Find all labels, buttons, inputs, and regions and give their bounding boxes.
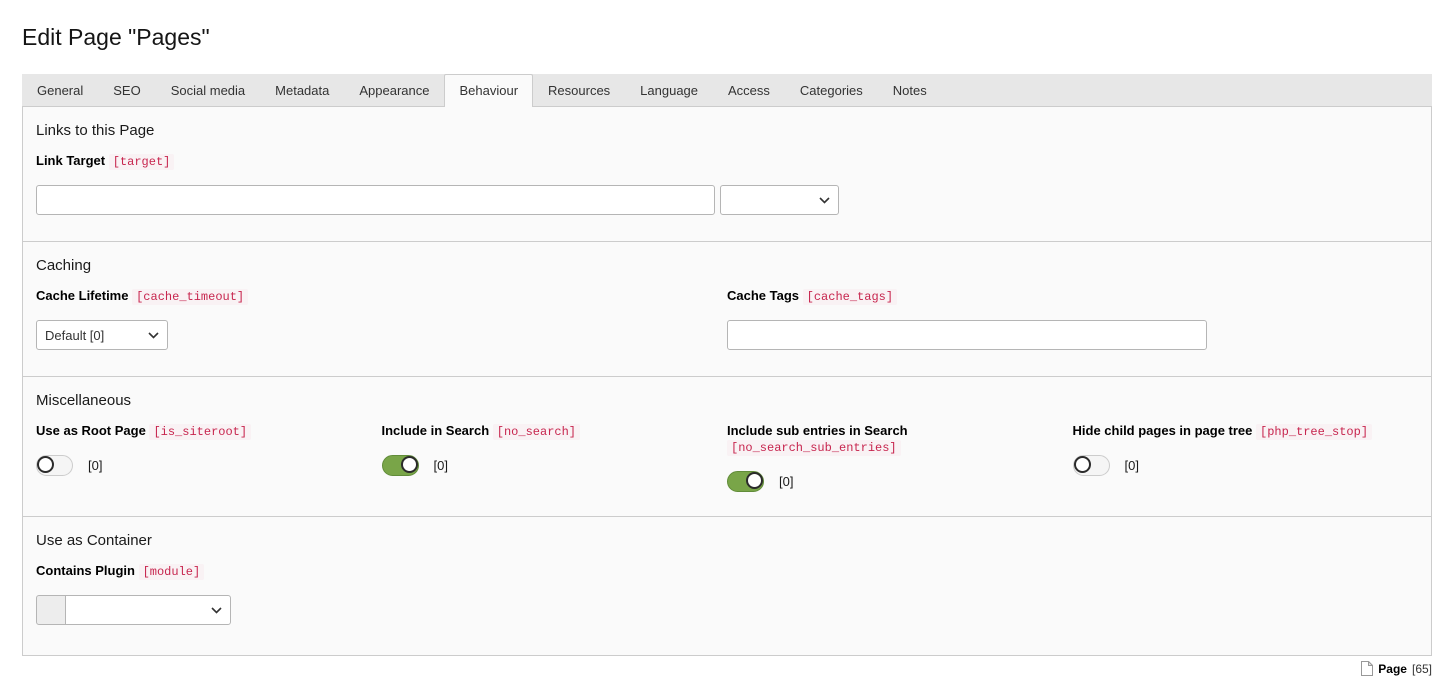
use-as-root-page-field: Use as Root Page [is_siteroot] [0]: [36, 423, 382, 492]
page-title: Edit Page "Pages": [22, 24, 1432, 51]
tab-social-media[interactable]: Social media: [156, 74, 260, 107]
tab-notes[interactable]: Notes: [878, 74, 942, 107]
record-info: Page [65]: [22, 661, 1432, 676]
field-label-hide-child-pages: Hide child pages in page tree [php_tree_…: [1073, 423, 1419, 440]
cache-tags-field: Cache Tags [cache_tags]: [727, 288, 1418, 350]
section-caching: Caching Cache Lifetime [cache_timeout] D…: [23, 242, 1431, 377]
field-label-text: Hide child pages in page tree: [1073, 423, 1253, 438]
field-label-text: Link Target: [36, 153, 105, 168]
toggle-knob: [401, 456, 418, 473]
tab-metadata[interactable]: Metadata: [260, 74, 344, 107]
tab-behaviour[interactable]: Behaviour: [444, 74, 533, 107]
link-target-controls: [36, 185, 1418, 215]
toggle-knob: [37, 456, 54, 473]
cache-lifetime-select[interactable]: Default [0]: [36, 320, 168, 350]
record-type-label: Page: [1378, 662, 1407, 676]
tab-language[interactable]: Language: [625, 74, 713, 107]
field-label-include-in-search: Include in Search [no_search]: [382, 423, 728, 440]
section-heading: Use as Container: [36, 532, 1418, 550]
section-heading: Caching: [36, 257, 1418, 275]
link-target-input[interactable]: [36, 185, 715, 215]
field-code: [is_siteroot]: [149, 424, 251, 440]
plugin-icon-addon: [36, 595, 66, 625]
link-target-select[interactable]: [720, 185, 839, 215]
field-label-link-target: Link Target [target]: [36, 153, 1418, 170]
use-as-root-page-toggle[interactable]: [36, 455, 73, 476]
hide-child-pages-field: Hide child pages in page tree [php_tree_…: [1073, 423, 1419, 492]
field-label-text: Include sub entries in Search: [727, 423, 908, 438]
field-label-text: Include in Search: [382, 423, 490, 438]
contains-plugin-select[interactable]: [65, 595, 231, 625]
include-in-search-field: Include in Search [no_search] [0]: [382, 423, 728, 492]
toggle-value: [0]: [434, 458, 448, 473]
tab-categories[interactable]: Categories: [785, 74, 878, 107]
toggle-value: [0]: [1125, 458, 1139, 473]
field-label-use-as-root-page: Use as Root Page [is_siteroot]: [36, 423, 382, 440]
contains-plugin-controls: [36, 595, 1418, 625]
field-code: [target]: [109, 154, 175, 170]
cache-tags-input[interactable]: [727, 320, 1207, 350]
section-links-to-this-page: Links to this Page Link Target [target]: [23, 107, 1431, 242]
field-code: [php_tree_stop]: [1256, 424, 1372, 440]
field-code: [cache_timeout]: [132, 289, 248, 305]
section-heading: Miscellaneous: [36, 392, 1418, 410]
include-in-search-toggle[interactable]: [382, 455, 419, 476]
tab-general[interactable]: General: [22, 74, 98, 107]
form-panel: Links to this Page Link Target [target] …: [22, 106, 1432, 656]
page-icon: [1361, 661, 1373, 676]
tab-resources[interactable]: Resources: [533, 74, 625, 107]
include-sub-entries-field: Include sub entries in Search [no_search…: [727, 423, 1073, 492]
hide-child-pages-toggle[interactable]: [1073, 455, 1110, 476]
tab-seo[interactable]: SEO: [98, 74, 155, 107]
field-label-cache-lifetime: Cache Lifetime [cache_timeout]: [36, 288, 727, 305]
section-use-as-container: Use as Container Contains Plugin [module…: [23, 517, 1431, 655]
link-target-select-wrap: [720, 185, 839, 215]
cache-lifetime-field: Cache Lifetime [cache_timeout] Default […: [36, 288, 727, 350]
toggle-value: [0]: [88, 458, 102, 473]
field-label-text: Contains Plugin: [36, 563, 135, 578]
field-label-text: Cache Tags: [727, 288, 799, 303]
tab-appearance[interactable]: Appearance: [344, 74, 444, 107]
field-label-contains-plugin: Contains Plugin [module]: [36, 563, 1418, 580]
tab-access[interactable]: Access: [713, 74, 785, 107]
edit-page-screen: Edit Page "Pages" General SEO Social med…: [0, 24, 1454, 676]
toggle-knob: [746, 472, 763, 489]
toggle-knob: [1074, 456, 1091, 473]
toggle-value: [0]: [779, 474, 793, 489]
cache-lifetime-select-wrap: Default [0]: [36, 320, 168, 350]
section-miscellaneous: Miscellaneous Use as Root Page [is_siter…: [23, 377, 1431, 517]
contains-plugin-select-wrap: [65, 595, 231, 625]
field-label-cache-tags: Cache Tags [cache_tags]: [727, 288, 1418, 305]
field-code: [cache_tags]: [803, 289, 897, 305]
field-label-text: Cache Lifetime: [36, 288, 128, 303]
tab-bar: General SEO Social media Metadata Appear…: [22, 74, 1432, 106]
field-label-text: Use as Root Page: [36, 423, 146, 438]
field-code: [module]: [139, 564, 205, 580]
include-sub-entries-toggle[interactable]: [727, 471, 764, 492]
field-label-include-sub-entries: Include sub entries in Search [no_search…: [727, 423, 1073, 456]
field-code: [no_search_sub_entries]: [727, 440, 901, 456]
field-code: [no_search]: [493, 424, 580, 440]
record-uid: [65]: [1412, 662, 1432, 676]
section-heading: Links to this Page: [36, 122, 1418, 140]
